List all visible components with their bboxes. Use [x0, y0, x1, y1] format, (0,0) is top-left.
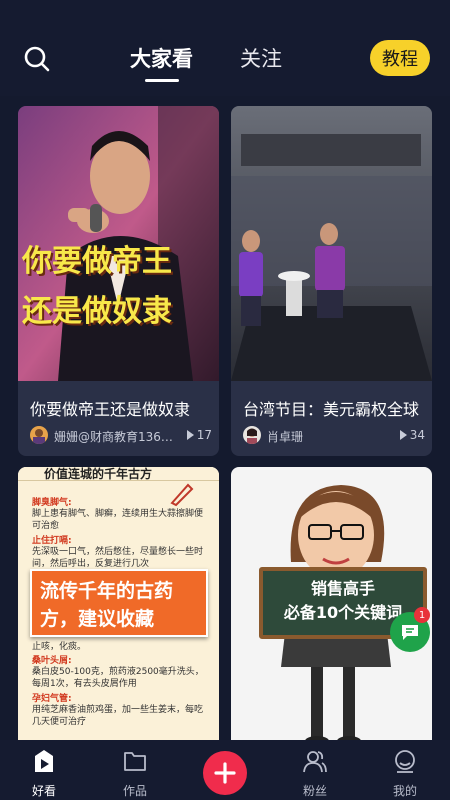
- play-box-icon: [35, 750, 53, 772]
- doc-line: 止咳，化痰。: [32, 642, 87, 652]
- video-thumbnail: [231, 106, 432, 381]
- nav-label: 我的: [392, 784, 417, 798]
- tv-studio-image: [231, 106, 432, 381]
- video-meta: 姗姗@财商教育1368... 17: [30, 426, 212, 446]
- doc-line: 脚上患有脚气、脚癣，连续用生大蒜擦脚便可治愈: [32, 509, 204, 531]
- video-card[interactable]: 台湾节目：美元霸权全球 肖卓珊 34: [231, 106, 432, 456]
- chat-bubble-icon: [402, 625, 418, 640]
- brush-icon: [170, 483, 194, 507]
- doc-line: 桑白皮50-100克，煎药液2500毫升洗头，每周1次，有去头皮屑作用: [32, 667, 204, 689]
- nav-item-me[interactable]: 我的: [370, 740, 440, 800]
- add-button[interactable]: [203, 751, 247, 795]
- author-name: 肖卓珊: [267, 430, 304, 444]
- search-icon: [24, 46, 50, 72]
- active-tab-indicator: [145, 79, 179, 82]
- message-count-badge: 1: [414, 607, 430, 623]
- doc-heading: 止住打嗝:: [32, 536, 72, 546]
- video-meta: 肖卓珊 34: [243, 426, 425, 446]
- video-thumbnail: 你要做帝王 还是做奴隶: [18, 106, 219, 381]
- video-card[interactable]: 你要做帝王 还是做奴隶 你要做帝王还是做奴隶 姗姗@财商教育1368... 17: [18, 106, 219, 456]
- nav-label: 好看: [31, 784, 56, 798]
- overlay-line-2: 还是做奴隶: [22, 294, 172, 329]
- nav-item-works[interactable]: 作品: [100, 740, 170, 800]
- video-title: 你要做帝王还是做奴隶: [30, 400, 191, 419]
- play-count: 17: [186, 428, 212, 442]
- play-count: 34: [399, 428, 425, 442]
- doc-heading: 脚臭脚气:: [32, 498, 72, 508]
- play-icon: [399, 430, 407, 440]
- tutorial-button[interactable]: 教程: [370, 40, 430, 76]
- tab-everyone-watching[interactable]: 大家看: [130, 43, 193, 73]
- doc-top-text: 价值连城的千年古方: [44, 467, 153, 481]
- people-icon: [303, 751, 327, 773]
- profile-icon: [395, 750, 415, 773]
- nav-label: 粉丝: [302, 784, 327, 798]
- folder-icon: [124, 752, 146, 771]
- doc-banner: 流传千年的古药方，建议收藏: [30, 569, 208, 637]
- video-thumbnail: 销售高手 必备10个关键词: [231, 467, 432, 757]
- tab-following[interactable]: 关注: [240, 43, 282, 73]
- nav-label: 作品: [122, 784, 147, 798]
- overlay-line-1: 你要做帝王: [22, 244, 172, 279]
- doc-line: 用纯芝麻香油煎鸡蛋，加一些生姜末，每吃几天便可治疗: [32, 705, 204, 727]
- author-avatar: [243, 426, 261, 444]
- video-card[interactable]: 销售高手 必备10个关键词: [231, 467, 432, 757]
- plus-icon: [214, 762, 236, 784]
- author-avatar: [30, 426, 48, 444]
- nav-item-home[interactable]: 好看: [9, 740, 79, 800]
- doc-line: 先深吸一口气，然后憋住，尽量憋长一些时间，然后呼出，反复进行几次: [32, 547, 204, 569]
- video-thumbnail: 价值连城的千年古方 脚臭脚气: 脚上患有脚气、脚癣，连续用生大蒜擦脚便可治愈 止…: [18, 467, 219, 757]
- author-name: 姗姗@财商教育1368...: [54, 430, 176, 444]
- nav-item-fans[interactable]: 粉丝: [280, 740, 350, 800]
- chalkboard-line-1: 销售高手: [310, 579, 375, 598]
- play-icon: [186, 430, 194, 440]
- video-title: 台湾节目：美元霸权全球: [243, 400, 420, 419]
- play-count-value: 34: [409, 428, 425, 442]
- search-button[interactable]: [22, 44, 52, 74]
- doc-heading: 桑叶头屑:: [32, 656, 72, 666]
- play-count-value: 17: [196, 428, 212, 442]
- video-card[interactable]: 价值连城的千年古方 脚臭脚气: 脚上患有脚气、脚癣，连续用生大蒜擦脚便可治愈 止…: [18, 467, 219, 757]
- doc-heading: 孕妇气管:: [32, 694, 72, 704]
- top-bar: 大家看 关注 教程: [0, 0, 450, 96]
